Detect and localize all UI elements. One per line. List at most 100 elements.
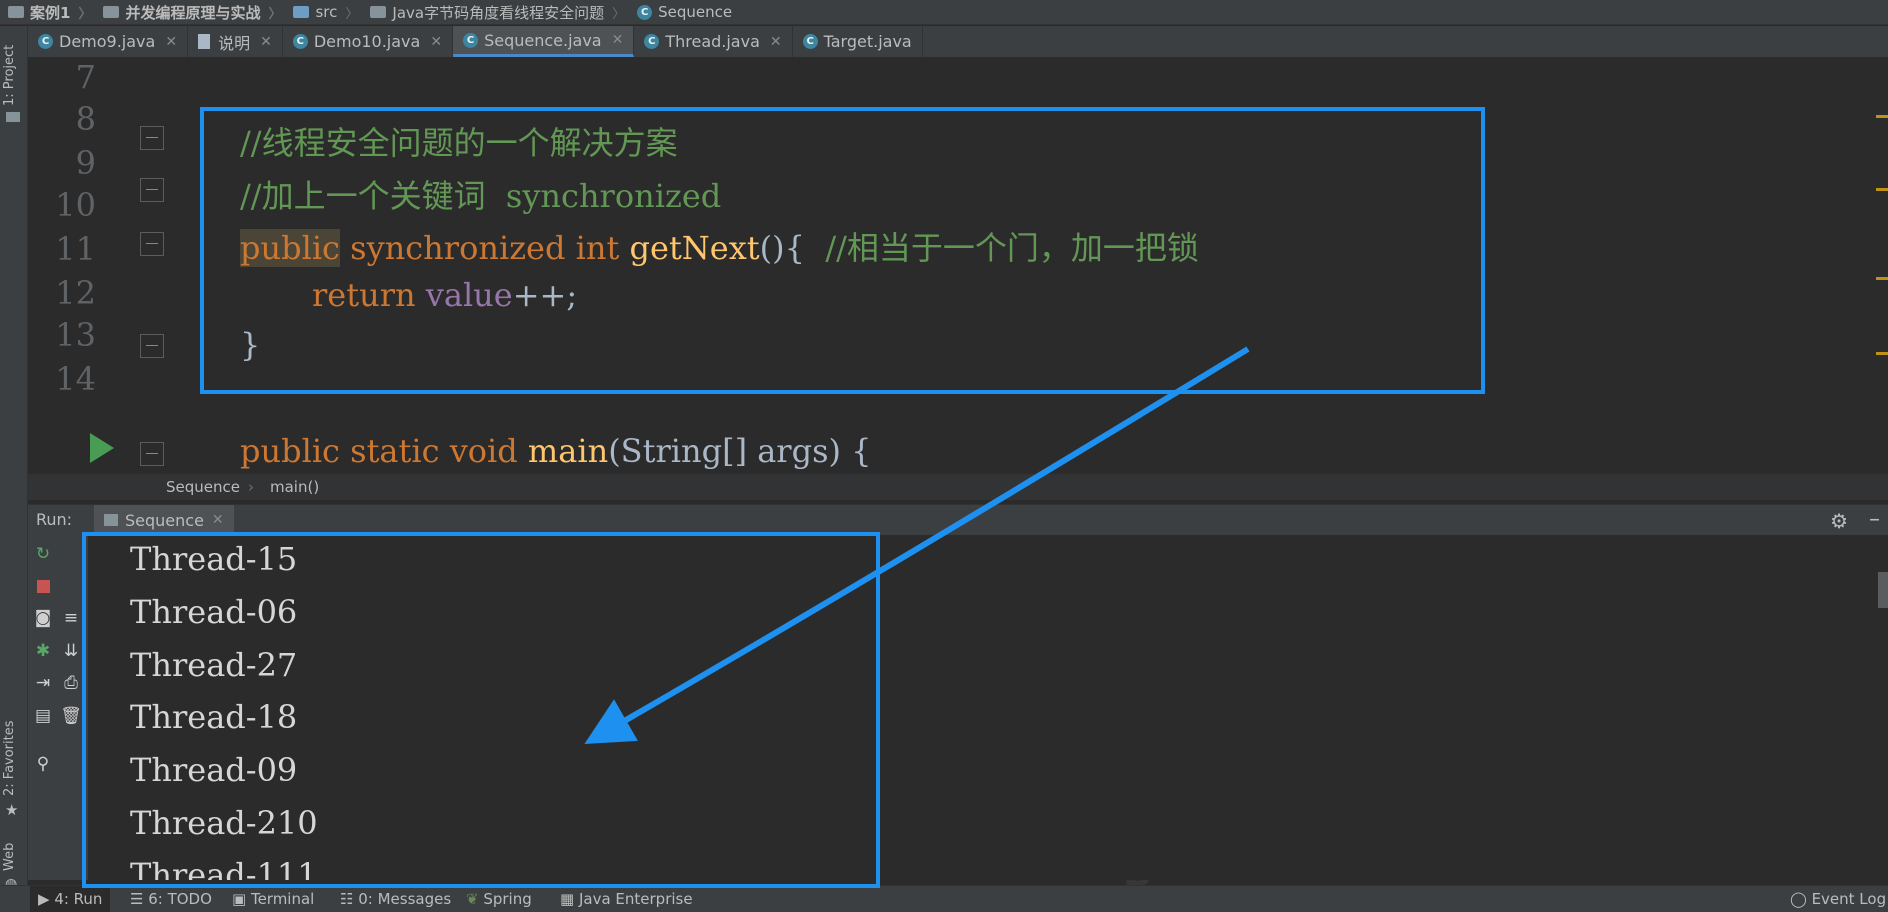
close-icon[interactable]: ✕ <box>212 512 224 528</box>
close-icon[interactable]: ✕ <box>612 32 624 48</box>
class-icon: C <box>644 34 660 49</box>
nav-crumb-label: Java字节码角度看线程安全问题 <box>392 3 605 22</box>
debug-icon[interactable]: ✱ <box>32 640 54 662</box>
terminal-label: Terminal <box>250 890 315 908</box>
line-number: 9 <box>75 144 96 182</box>
chevron-right-icon: 〉 <box>345 6 359 22</box>
web-tool-button[interactable]: Web <box>2 843 17 871</box>
module-icon <box>8 6 24 18</box>
close-icon[interactable]: ✕ <box>430 34 442 50</box>
spring-tool-button[interactable]: ❦ Spring <box>466 890 532 908</box>
error-stripe-mark[interactable] <box>1876 115 1888 118</box>
fold-marker-icon[interactable] <box>140 126 164 150</box>
run-toolbar: ↻ ◙ ✱ ⇥ ▤ ⚲ ≡ ⇊ ⎙ 🗑 <box>28 535 88 880</box>
punctuation: (String[] args) { <box>608 432 872 470</box>
fold-marker-icon[interactable] <box>140 334 164 358</box>
nav-crumb-module[interactable]: 并发编程原理与实战 〉 <box>95 2 285 23</box>
navigation-bar: 案例1 〉 并发编程原理与实战 〉 src 〉 Java字节码角度看线程安全问题… <box>0 0 1888 25</box>
editor-breadcrumbs: Sequence › main() <box>28 474 1888 500</box>
document-icon <box>198 34 211 49</box>
nav-crumb-src[interactable]: src 〉 <box>285 3 362 22</box>
tab-demo9[interactable]: C Demo9.java ✕ <box>28 26 189 57</box>
exit-icon[interactable]: ⇥ <box>32 672 54 694</box>
project-tool-button[interactable]: 1: Project <box>2 45 17 106</box>
annotation-box-code <box>200 107 1485 394</box>
list-icon: ☰ <box>130 890 149 908</box>
class-icon: C <box>292 34 308 49</box>
stop-icon[interactable] <box>32 575 54 597</box>
tab-label: Target.java <box>823 32 912 51</box>
module-icon <box>103 6 120 18</box>
tab-thread[interactable]: C Thread.java ✕ <box>634 26 793 57</box>
play-icon: ▶ <box>38 890 55 908</box>
status-bar: ▶ 4: Run ☰ 6: TODO ▣ Terminal ☷ 0: Messa… <box>0 885 1888 912</box>
error-stripe-mark[interactable] <box>1876 352 1888 355</box>
class-icon: C <box>802 34 818 49</box>
star-icon: ★ <box>5 801 19 819</box>
nav-crumb-label: 并发编程原理与实战 <box>125 3 261 22</box>
tab-demo10[interactable]: C Demo10.java ✕ <box>283 26 454 57</box>
fold-marker-icon[interactable] <box>140 442 164 466</box>
console-icon <box>104 514 118 526</box>
tab-sequence[interactable]: C Sequence.java ✕ <box>453 26 635 57</box>
class-icon: C <box>637 4 653 20</box>
breadcrumb-method[interactable]: main() <box>270 478 319 496</box>
java-enterprise-tool-button[interactable]: ▦ Java Enterprise <box>560 890 693 908</box>
scroll-to-end-icon[interactable]: ⇊ <box>60 640 82 662</box>
code-line-14: public static void main(String[] args) { <box>240 432 872 470</box>
nav-crumb-class[interactable]: C Sequence <box>629 3 736 21</box>
tab-label: Demo9.java <box>59 32 156 51</box>
camera-icon[interactable]: ◙ <box>32 607 54 629</box>
print-icon[interactable]: ⎙ <box>60 672 82 694</box>
gear-icon[interactable]: ⚙ <box>1830 509 1848 533</box>
left-tool-strip: 1: Project 2: Favorites ★ Web ◍ <box>0 26 28 892</box>
close-icon[interactable]: ✕ <box>260 34 272 50</box>
event-log-button[interactable]: ◯ Event Log <box>1790 890 1886 908</box>
run-gutter-icon[interactable] <box>90 433 114 463</box>
console-scrollbar[interactable] <box>1878 572 1888 608</box>
run-panel-header: Run: Sequence ✕ ⚙ – <box>28 504 1888 535</box>
trash-icon[interactable]: 🗑 <box>60 705 82 727</box>
nav-crumb-package[interactable]: Java字节码角度看线程安全问题 〉 <box>362 2 629 23</box>
run-config-tab[interactable]: Sequence ✕ <box>94 505 234 535</box>
run-tool-button[interactable]: ▶ 4: Run <box>30 886 111 912</box>
pin-icon[interactable]: ⚲ <box>32 753 54 775</box>
favorites-tool-button[interactable]: 2: Favorites <box>2 720 17 796</box>
error-stripe-mark[interactable] <box>1876 277 1888 280</box>
terminal-tool-button[interactable]: ▣ Terminal <box>232 890 314 908</box>
spring-label: Spring <box>483 890 532 908</box>
close-icon[interactable]: ✕ <box>770 34 782 50</box>
rerun-icon[interactable]: ↻ <box>32 543 54 565</box>
messages-label: 0: Messages <box>358 890 452 908</box>
todo-tool-button[interactable]: ☰ 6: TODO <box>130 890 212 908</box>
minimize-icon[interactable]: – <box>1869 507 1880 532</box>
nav-crumb-project[interactable]: 案例1 〉 <box>0 2 95 23</box>
folder-icon <box>293 6 310 18</box>
run-tab-label: Sequence <box>125 510 204 530</box>
chevron-right-icon: › <box>248 478 254 496</box>
layout-icon[interactable]: ▤ <box>32 705 54 727</box>
chevron-right-icon: 〉 <box>78 6 92 22</box>
error-stripe-mark[interactable] <box>1876 188 1888 191</box>
soft-wrap-icon[interactable]: ≡ <box>60 607 82 629</box>
fold-marker-icon[interactable] <box>140 232 164 256</box>
line-number: 7 <box>75 58 96 96</box>
breadcrumb-class[interactable]: Sequence <box>166 478 240 496</box>
nav-crumb-label: src <box>315 3 338 21</box>
tab-readme[interactable]: 说明 ✕ <box>188 26 283 57</box>
tab-label: Thread.java <box>665 32 760 51</box>
event-log-label: Event Log <box>1811 890 1887 908</box>
enterprise-icon: ▦ <box>560 890 579 908</box>
line-number: 12 <box>55 274 96 312</box>
line-number: 13 <box>55 316 96 354</box>
todo-label: 6: TODO <box>148 890 212 908</box>
tab-target[interactable]: C Target.java <box>793 26 923 57</box>
terminal-icon: ▣ <box>232 890 251 908</box>
messages-tool-button[interactable]: ☷ 0: Messages <box>340 890 451 908</box>
fold-marker-icon[interactable] <box>140 178 164 202</box>
class-icon: C <box>463 32 479 48</box>
close-icon[interactable]: ✕ <box>165 34 177 50</box>
line-number: 11 <box>55 230 96 268</box>
package-icon <box>370 6 387 18</box>
